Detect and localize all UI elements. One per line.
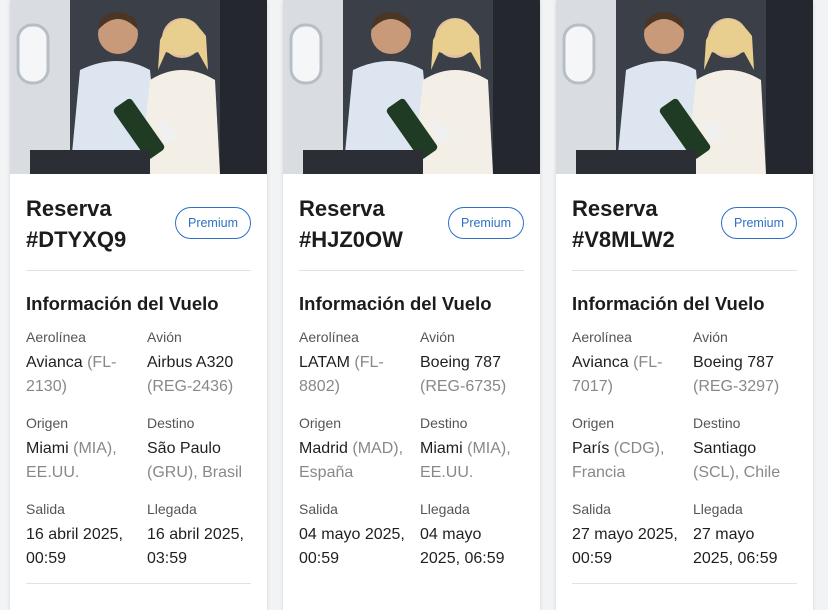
origin-label: Origen xyxy=(26,415,69,431)
aircraft-value: Boeing 787 (REG-3297) xyxy=(693,354,780,395)
arrival-value: 04 mayo 2025, 06:59 xyxy=(420,526,505,567)
booking-card[interactable]: Reserva #HJZ0OW Premium Información del V… xyxy=(283,0,540,610)
airline-label: Aerolínea xyxy=(299,329,359,345)
origin-label: Origen xyxy=(299,415,342,431)
departure-label: Salida xyxy=(299,501,338,517)
destination-value: Santiago (SCL), Chile xyxy=(693,440,781,481)
arrival-value: 16 abril 2025, 03:59 xyxy=(147,526,244,567)
aircraft-value: Boeing 787 (REG-6735) xyxy=(420,354,507,395)
booking-code: #V8MLW2 xyxy=(572,227,675,252)
flight-info-grid: Aerolínea Avianca (FL-2130) Avión Airbus… xyxy=(26,329,251,587)
flight-info-grid: Aerolínea Avianca (FL-7017) Avión Boeing… xyxy=(572,329,797,587)
aircraft-label: Avión xyxy=(693,329,728,345)
arrival-label: Llegada xyxy=(420,501,470,517)
booking-code: #DTYXQ9 xyxy=(26,227,127,252)
booking-card[interactable]: Reserva #DTYXQ9 Premium Información del V… xyxy=(10,0,267,610)
premium-badge[interactable]: Premium xyxy=(174,207,251,239)
airline-value: Avianca (FL-7017) xyxy=(572,354,663,395)
departure-label: Salida xyxy=(572,501,611,517)
origin-value: Miami (MIA), EE.UU. xyxy=(26,440,117,481)
destination-value: Miami (MIA), EE.UU. xyxy=(420,440,511,481)
divider xyxy=(26,583,251,584)
booking-card[interactable]: Reserva #V8MLW2 Premium Información del V… xyxy=(556,0,813,610)
destination-label: Destino xyxy=(693,415,741,431)
premium-badge[interactable]: Premium xyxy=(447,207,524,239)
flight-info-title: Información del Vuelo xyxy=(572,293,765,314)
origin-value: París (CDG), Francia xyxy=(572,440,665,481)
airline-value: LATAM (FL-8802) xyxy=(299,354,384,395)
origin-label: Origen xyxy=(572,415,615,431)
cabin-photo xyxy=(556,0,813,174)
departure-value: 16 abril 2025, 00:59 xyxy=(26,526,123,567)
departure-value: 27 mayo 2025, 00:59 xyxy=(572,526,678,567)
arrival-label: Llegada xyxy=(147,501,197,517)
origin-value: Madrid (MAD), España xyxy=(299,440,404,481)
departure-label: Salida xyxy=(26,501,65,517)
departure-value: 04 mayo 2025, 00:59 xyxy=(299,526,405,567)
airline-label: Aerolínea xyxy=(26,329,86,345)
airline-label: Aerolínea xyxy=(572,329,632,345)
flight-info-grid: Aerolínea LATAM (FL-8802) Avión Boeing 7… xyxy=(299,329,524,587)
aircraft-label: Avión xyxy=(147,329,182,345)
booking-cards: Reserva #DTYXQ9 Premium Información del V… xyxy=(0,0,828,610)
booking-code: #HJZ0OW xyxy=(299,227,403,252)
arrival-value: 27 mayo 2025, 06:59 xyxy=(693,526,778,567)
arrival-label: Llegada xyxy=(693,501,743,517)
booking-title: Reserva #V8MLW2 xyxy=(572,196,675,252)
destination-label: Destino xyxy=(147,415,195,431)
destination-label: Destino xyxy=(420,415,468,431)
flight-info-title: Información del Vuelo xyxy=(299,293,492,314)
booking-title: Reserva #DTYXQ9 xyxy=(26,196,127,252)
premium-badge[interactable]: Premium xyxy=(720,207,797,239)
booking-title: Reserva #HJZ0OW xyxy=(299,196,403,252)
flight-info-title: Información del Vuelo xyxy=(26,293,219,314)
cabin-photo xyxy=(283,0,540,174)
aircraft-value: Airbus A320 (REG-2436) xyxy=(147,354,234,395)
airline-value: Avianca (FL-2130) xyxy=(26,354,117,395)
cabin-photo xyxy=(10,0,267,174)
destination-value: São Paulo (GRU), Brasil xyxy=(147,440,243,481)
aircraft-label: Avión xyxy=(420,329,455,345)
divider xyxy=(572,583,797,584)
